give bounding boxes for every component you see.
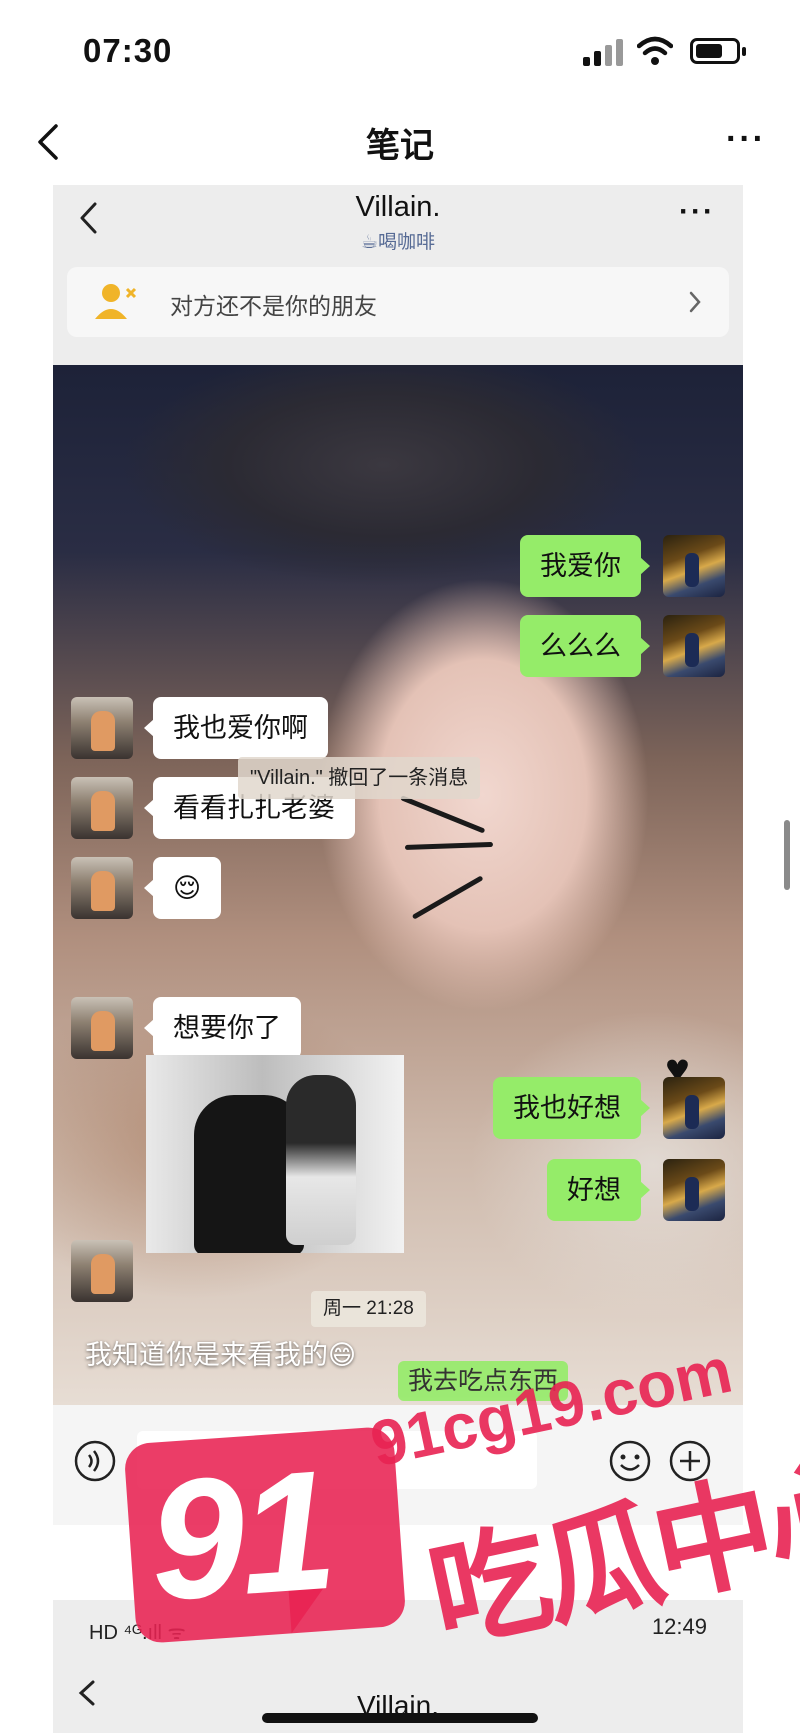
nav-bar: 笔记 ··· xyxy=(0,100,800,185)
avatar[interactable] xyxy=(71,1240,133,1302)
message-bubble[interactable]: 😌 xyxy=(143,857,222,919)
avatar[interactable] xyxy=(663,615,725,677)
home-indicator[interactable] xyxy=(262,1713,538,1723)
message-row: 么么么 xyxy=(53,615,743,685)
voice-input-icon[interactable] xyxy=(73,1439,117,1483)
avatar[interactable] xyxy=(71,777,133,839)
scrollbar[interactable] xyxy=(784,820,790,890)
avatar[interactable] xyxy=(663,1159,725,1221)
contact-name: Villain. xyxy=(355,191,441,223)
wifi-icon xyxy=(637,36,673,65)
message-row: 我爱你 xyxy=(53,535,743,605)
status-time: 07:30 xyxy=(83,32,173,69)
image-message[interactable] xyxy=(146,1055,404,1253)
notice-text: 对方还不是你的朋友 xyxy=(170,293,377,319)
chat-more-icon: ··· xyxy=(679,195,715,228)
avatar[interactable] xyxy=(663,535,725,597)
photo-figure-woman xyxy=(286,1075,356,1245)
message-bubble[interactable]: 我爱你 xyxy=(520,535,650,597)
page-title: 笔记 xyxy=(366,127,434,165)
recall-notice: "Villain." 撤回了一条消息 xyxy=(238,757,481,799)
not-friend-notice: 对方还不是你的朋友 xyxy=(67,267,729,337)
overlay-caption-left: 我知道你是来看我的😄 xyxy=(85,1340,357,1370)
message-bubble[interactable]: 想要你了 xyxy=(144,997,301,1059)
battery-icon xyxy=(690,38,746,64)
message-bubble[interactable]: 么么么 xyxy=(520,615,650,677)
add-user-icon xyxy=(95,284,137,319)
chevron-right-icon xyxy=(689,291,701,313)
avatar[interactable] xyxy=(71,697,133,759)
message-row: 😌 xyxy=(53,857,743,927)
watermark-number: 91 xyxy=(143,1434,338,1638)
contact-status: ☕喝咖啡 xyxy=(360,232,436,253)
message-timestamp: 周一 21:28 xyxy=(311,1291,426,1327)
message-bubble[interactable]: 我也爱你啊 xyxy=(144,697,328,759)
avatar[interactable] xyxy=(71,997,133,1059)
more-button[interactable]: ··· xyxy=(726,120,766,159)
avatar[interactable] xyxy=(663,1077,725,1139)
avatar[interactable] xyxy=(71,857,133,919)
message-bubble[interactable]: 我也好想 xyxy=(493,1077,650,1139)
cellular-signal-icon xyxy=(583,38,625,66)
chat-header: Villain. ☕喝咖啡 ··· xyxy=(53,185,743,263)
status-bar: 07:30 xyxy=(0,0,800,100)
chat-screenshot: Villain. ☕喝咖啡 ··· 对方还不是你的朋友 ♥ 我爱你 么么么 我也… xyxy=(53,185,743,1525)
message-bubble[interactable]: 好想 xyxy=(547,1159,650,1221)
